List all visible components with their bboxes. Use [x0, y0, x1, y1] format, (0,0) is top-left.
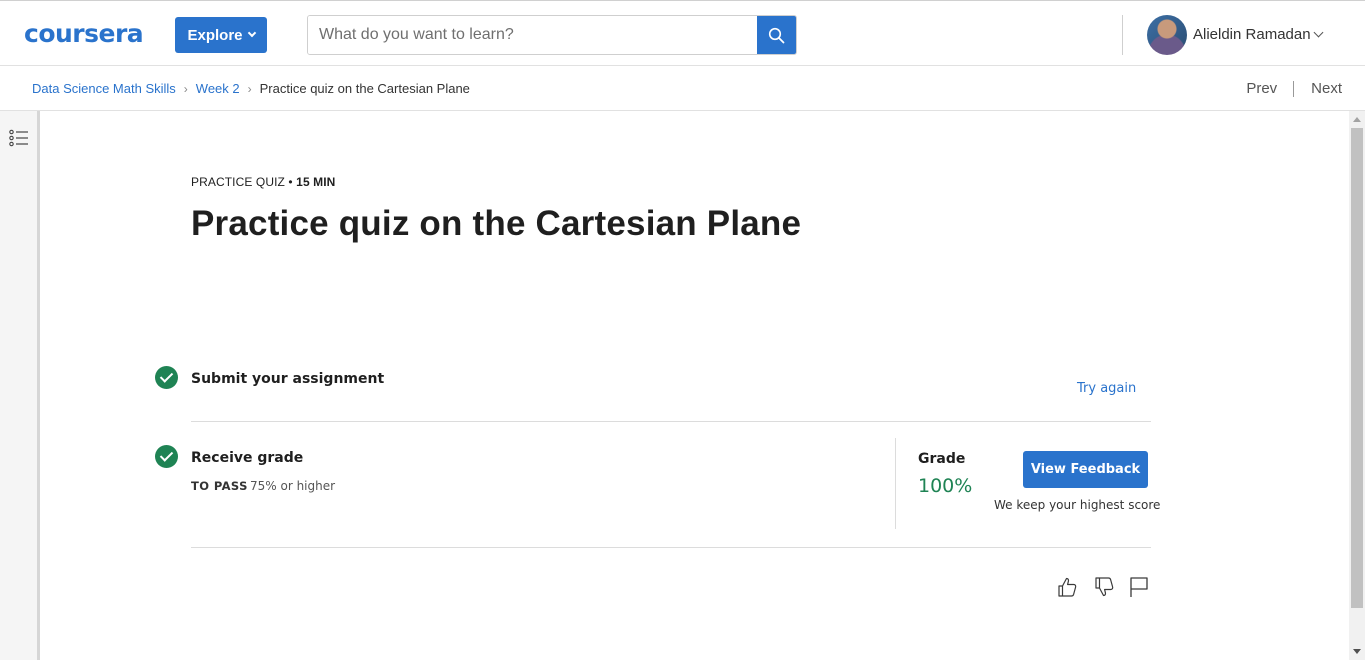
- prev-next-nav: Prev Next: [1246, 80, 1342, 97]
- search-icon: [768, 27, 785, 43]
- grade-step-title: Receive grade: [191, 450, 304, 466]
- breadcrumb-week[interactable]: Week 2: [196, 81, 240, 96]
- breadcrumb-course[interactable]: Data Science Math Skills: [32, 81, 176, 96]
- search-input[interactable]: [308, 16, 758, 54]
- check-icon: [155, 445, 178, 468]
- chevron-right-icon: ›: [183, 81, 188, 96]
- item-type-separator: •: [288, 175, 293, 189]
- flag-icon[interactable]: [1128, 575, 1152, 599]
- search-button[interactable]: [757, 16, 796, 54]
- search-bar: [307, 15, 797, 55]
- divider: [191, 547, 1151, 548]
- scroll-up-arrow-icon[interactable]: [1353, 117, 1361, 122]
- to-pass-label: TO PASS: [191, 479, 248, 493]
- item-type-label: PRACTICE QUIZ • 15 MIN: [191, 175, 335, 189]
- list-icon[interactable]: [9, 129, 29, 147]
- thumbs-down-icon[interactable]: [1092, 575, 1116, 599]
- left-rail: [0, 111, 40, 660]
- scroll-down-arrow-icon[interactable]: [1353, 649, 1361, 654]
- highest-score-note: We keep your highest score: [994, 498, 1161, 512]
- user-name[interactable]: Alieldin Ramadan: [1193, 26, 1311, 43]
- try-again-link[interactable]: Try again: [1077, 381, 1136, 396]
- item-type: PRACTICE QUIZ: [191, 175, 285, 189]
- divider: [191, 421, 1151, 422]
- explore-label: Explore: [187, 26, 243, 44]
- prev-link[interactable]: Prev: [1246, 80, 1277, 97]
- chevron-right-icon: ›: [247, 81, 252, 96]
- to-pass-value: 75% or higher: [250, 479, 336, 493]
- coursera-logo[interactable]: coursera: [24, 19, 144, 48]
- prev-next-divider: [1293, 80, 1295, 97]
- breadcrumb-current: Practice quiz on the Cartesian Plane: [259, 81, 470, 96]
- scrollbar-thumb[interactable]: [1351, 128, 1363, 608]
- next-link[interactable]: Next: [1311, 80, 1342, 97]
- header-divider: [1122, 15, 1123, 55]
- item-duration: 15 MIN: [296, 175, 336, 189]
- thumbs-up-icon[interactable]: [1055, 575, 1079, 599]
- check-icon: [155, 366, 178, 389]
- submit-step-title: Submit your assignment: [191, 371, 385, 387]
- breadcrumb-bar: Data Science Math Skills › Week 2 › Prac…: [0, 66, 1365, 111]
- grade-value: 100%: [918, 475, 973, 497]
- explore-button[interactable]: Explore: [175, 17, 267, 53]
- view-feedback-button[interactable]: View Feedback: [1023, 451, 1148, 488]
- scrollbar[interactable]: [1349, 111, 1365, 660]
- page-title: Practice quiz on the Cartesian Plane: [191, 204, 802, 243]
- chevron-down-icon[interactable]: [1313, 27, 1324, 38]
- breadcrumb: Data Science Math Skills › Week 2 › Prac…: [32, 81, 470, 96]
- chevron-down-icon: [247, 28, 256, 38]
- avatar[interactable]: [1147, 15, 1187, 55]
- grade-divider: [895, 438, 896, 529]
- grade-label: Grade: [918, 451, 966, 467]
- top-header: coursera Explore Alieldin Ramadan: [0, 0, 1365, 66]
